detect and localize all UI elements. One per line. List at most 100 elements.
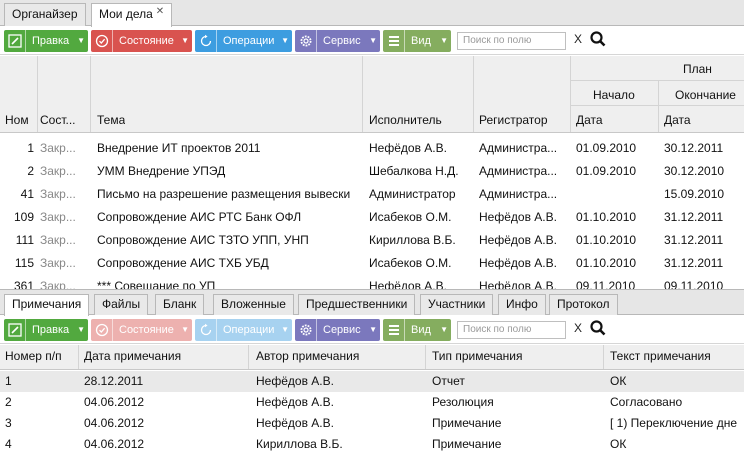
row-start-date: 01.09.2010 <box>576 141 637 155</box>
row-end-date: 31.12.2011 <box>664 233 724 247</box>
col-number[interactable]: Ном <box>5 113 37 127</box>
tab-my-tasks[interactable]: Мои дела ✕ <box>91 3 173 27</box>
col-note-text[interactable]: Текст примечания <box>610 349 711 363</box>
note-number: 2 <box>5 395 12 409</box>
row-end-date: 15.09.2010 <box>664 187 725 201</box>
notes-grid: Номер п/п Дата примечания Автор примечан… <box>0 345 744 455</box>
col-note-date[interactable]: Дата примечания <box>84 349 181 363</box>
clear-search-button[interactable]: X <box>574 32 582 46</box>
col-subject[interactable]: Тема <box>97 113 125 127</box>
notes-search-input[interactable]: Поиск по полю <box>457 321 566 339</box>
service-button-label: Сервис <box>323 35 361 47</box>
row-subject: УММ Внедрение УПЭД <box>97 164 226 178</box>
row-registrar: Администра... <box>479 164 558 178</box>
refresh-icon <box>195 319 217 341</box>
notes-view-button-label: Вид <box>411 324 431 336</box>
task-row[interactable]: 115 Закр... Сопровождение АИС ТХБ УБД Исабе… <box>0 252 744 275</box>
notes-operations-button[interactable]: Операции ▼ <box>195 319 292 341</box>
tab-attached-label: Вложенные <box>221 297 286 311</box>
row-state: Закр... <box>40 233 76 247</box>
task-row[interactable]: 109 Закр... Сопровождение АИС РТС Банк ОФЛ… <box>0 206 744 229</box>
task-row[interactable]: 111 Закр... Сопровождение АИС ТЗТО УПП, УН… <box>0 229 744 252</box>
service-button[interactable]: Сервис ▼ <box>295 30 380 52</box>
notes-view-button[interactable]: Вид ▼ <box>383 319 451 341</box>
tab-protocol[interactable]: Протокол <box>549 294 618 315</box>
row-registrar: Нефёдов А.В. <box>479 233 557 247</box>
edit-button[interactable]: Правка ▼ <box>4 30 88 52</box>
col-note-author[interactable]: Автор примечания <box>256 349 359 363</box>
task-row[interactable]: 2 Закр... УММ Внедрение УПЭД Шебалкова Н.Д.… <box>0 160 744 183</box>
tab-organizer[interactable]: Органайзер <box>4 3 86 26</box>
view-button[interactable]: Вид ▼ <box>383 30 451 52</box>
operations-button-label: Операции <box>223 35 275 47</box>
task-row[interactable]: 361 Закр... *** Совещание по УП Нефёдов А.В… <box>0 275 744 289</box>
task-row[interactable]: 41 Закр... Письмо на разрешение размещения… <box>0 183 744 206</box>
note-row[interactable]: 3 04.06.2012 Нефёдов А.В. Примечание [ 1) Пе… <box>0 413 744 434</box>
notes-clear-search-button[interactable]: X <box>574 321 582 335</box>
tab-form-label: Бланк <box>163 297 197 311</box>
row-executor: Администратор <box>369 187 456 201</box>
tasks-grid: План Начало Окончание Ном Сост... Тема И… <box>0 56 744 289</box>
note-row[interactable]: 1 28.12.2011 Нефёдов А.В. Отчет ОК <box>0 371 744 392</box>
state-circle-icon <box>91 319 113 341</box>
notes-state-button[interactable]: Состояние ▼ <box>91 319 192 341</box>
note-number: 1 <box>5 374 12 388</box>
note-date: 28.12.2011 <box>84 374 144 388</box>
row-executor: Исабеков О.М. <box>369 256 452 270</box>
detail-tab-bar: Примечания Файлы Бланк Вложенные Предшес… <box>0 289 744 316</box>
col-executor[interactable]: Исполнитель <box>369 113 442 127</box>
task-row[interactable]: 1 Закр... Внедрение ИТ проектов 2011 Нефёдо… <box>0 137 744 160</box>
search-input[interactable]: Поиск по полю <box>457 32 566 50</box>
row-registrar: Нефёдов А.В. <box>479 210 557 224</box>
notes-edit-button[interactable]: Правка ▼ <box>4 319 88 341</box>
col-state[interactable]: Сост... <box>40 113 88 127</box>
tab-notes[interactable]: Примечания <box>4 294 90 316</box>
notes-state-button-label: Состояние <box>119 324 174 336</box>
start-subheader: Начало <box>593 88 635 102</box>
note-row[interactable]: 2 04.06.2012 Нефёдов А.В. Резолюция Согласов… <box>0 392 744 413</box>
row-number: 1 <box>27 141 34 155</box>
main-toolbar: Правка ▼ Состояние ▼ Операции ▼ Сервис ▼ Вид… <box>0 27 744 55</box>
tab-files-label: Файлы <box>102 297 141 311</box>
operations-button[interactable]: Операции ▼ <box>195 30 292 52</box>
note-row[interactable]: 4 04.06.2012 Кириллова В.Б. Примечание ОК <box>0 434 744 455</box>
row-subject: *** Совещание по УП <box>97 279 216 289</box>
tab-organizer-label: Органайзер <box>12 7 78 21</box>
col-end-date[interactable]: Дата <box>664 113 691 127</box>
note-author: Нефёдов А.В. <box>256 416 334 430</box>
tab-form[interactable]: Бланк <box>155 294 205 315</box>
end-subheader: Окончание <box>675 88 736 102</box>
tab-attached[interactable]: Вложенные <box>213 294 294 315</box>
tab-files[interactable]: Файлы <box>94 294 149 315</box>
gear-icon <box>295 30 317 52</box>
note-number: 4 <box>5 437 12 451</box>
tab-predecessors[interactable]: Предшественники <box>298 294 416 315</box>
note-type: Резолюция <box>432 395 494 409</box>
col-start-date[interactable]: Дата <box>576 113 603 127</box>
col-note-type[interactable]: Тип примечания <box>432 349 523 363</box>
row-registrar: Администра... <box>479 187 558 201</box>
notes-edit-button-label: Правка <box>32 324 70 336</box>
tab-notes-label: Примечания <box>12 297 82 311</box>
row-executor: Исабеков О.М. <box>369 210 452 224</box>
note-text: [ 1) Переключение дне <box>610 416 738 430</box>
state-button[interactable]: Состояние ▼ <box>91 30 192 52</box>
note-date: 04.06.2012 <box>84 395 145 409</box>
tab-participants[interactable]: Участники <box>420 294 494 315</box>
close-icon[interactable]: ✕ <box>156 6 164 17</box>
row-state: Закр... <box>40 256 76 270</box>
view-button-label: Вид <box>411 35 431 47</box>
col-registrar[interactable]: Регистратор <box>479 113 548 127</box>
list-view-icon <box>383 30 405 52</box>
row-executor: Шебалкова Н.Д. <box>369 164 459 178</box>
search-icon[interactable] <box>589 30 607 50</box>
row-end-date: 30.12.2010 <box>664 164 725 178</box>
notes-service-button[interactable]: Сервис ▼ <box>295 319 380 341</box>
tab-info[interactable]: Инфо <box>498 294 546 315</box>
notes-service-button-label: Сервис <box>323 324 361 336</box>
row-number: 2 <box>27 164 34 178</box>
list-view-icon <box>383 319 405 341</box>
col-note-number[interactable]: Номер п/п <box>5 349 62 363</box>
search-icon[interactable] <box>589 319 607 339</box>
tab-participants-label: Участники <box>428 297 486 311</box>
